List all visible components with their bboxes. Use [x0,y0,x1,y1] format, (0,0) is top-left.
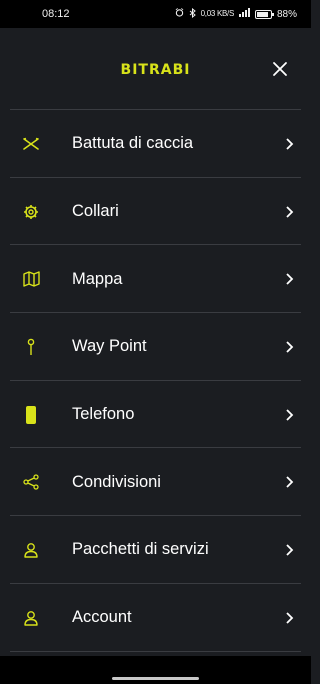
user-icon [22,609,40,627]
net-speed: 0,03 KB/S [200,9,235,18]
battery-icon [254,9,274,19]
app-logo: BITRABI [120,62,191,78]
menu-item-label: Way Point [72,337,147,356]
status-bar: 08:12 0,03 KB/S 88% [0,0,311,28]
menu-item-label: Battuta di caccia [72,134,194,153]
status-icons: 0,03 KB/S 88% [175,7,297,21]
menu-item-label: Mappa [72,269,123,288]
gear-icon [22,203,40,221]
menu-item-battuta[interactable]: Battuta di caccia [0,110,311,178]
chevron-right-icon [286,476,294,488]
user-icon [22,541,40,559]
chevron-right-icon [286,205,294,218]
menu-item-label: Condivisioni [72,472,161,491]
menu-item-collari[interactable]: Collari [0,178,311,246]
share-icon [22,473,40,491]
nav-menu: Battuta di caccia Collari Mappa Way Poin… [0,110,311,652]
status-time: 08:12 [42,8,70,20]
menu-header: BITRABI [0,28,311,110]
chevron-right-icon [286,273,294,285]
chevron-right-icon [286,544,294,556]
menu-item-label: Telefono [72,405,135,424]
menu-item-pacchetti[interactable]: Pacchetti di servizi [0,516,311,584]
battery-percent: 88% [276,8,297,20]
menu-item-mappa[interactable]: Mappa [0,245,311,313]
chevron-right-icon [286,612,294,624]
crossed-rifles-icon [22,135,40,153]
menu-item-condivisioni[interactable]: Condivisioni [0,448,311,516]
menu-item-waypoint[interactable]: Way Point [0,313,311,381]
signal-icon [238,8,250,20]
home-indicator[interactable] [112,677,199,680]
chevron-right-icon [286,341,294,353]
alarm-icon [175,8,184,20]
menu-item-label: Pacchetti di servizi [72,540,209,559]
phone-icon [22,405,40,424]
chevron-right-icon [286,408,294,421]
menu-item-label: Collari [72,202,119,221]
pin-icon [22,338,40,356]
chevron-right-icon [286,138,294,150]
menu-item-account[interactable]: Account [0,584,311,652]
map-icon [22,270,40,288]
close-button[interactable] [269,58,291,80]
bluetooth-icon [189,7,196,21]
menu-item-telefono[interactable]: Telefono [0,381,311,449]
close-icon [273,62,287,76]
menu-item-label: Account [72,608,132,627]
